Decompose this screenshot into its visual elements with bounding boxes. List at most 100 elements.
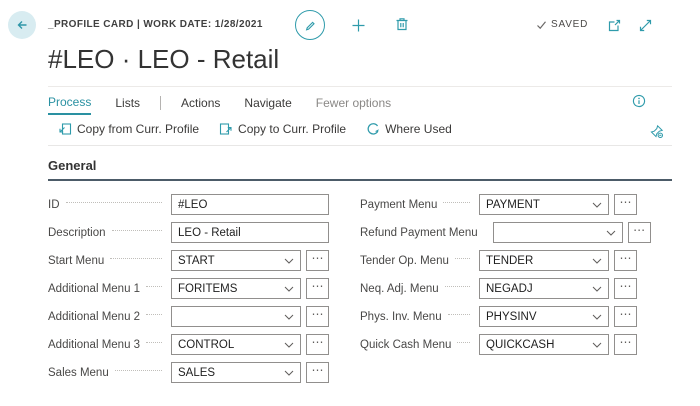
copy-from-curr-profile-button[interactable]: Copy from Curr. Profile: [58, 122, 199, 136]
tab-actions[interactable]: Actions: [181, 96, 220, 114]
save-status-label: SAVED: [551, 19, 588, 30]
pin-button[interactable]: [649, 123, 666, 140]
page-title: #LEO · LEO - Retail: [48, 44, 700, 75]
fasttab-general: General: [48, 158, 672, 181]
field-tender-op-menu: Tender Op. Menu TENDER ⋯: [360, 250, 637, 271]
field-label: ID: [48, 199, 60, 211]
chevron-down-icon[interactable]: [284, 314, 294, 320]
action-label: Copy to Curr. Profile: [238, 122, 346, 136]
trash-icon: [394, 16, 410, 32]
action-ribbon: Process Lists Actions Navigate Fewer opt…: [48, 86, 672, 146]
pin-icon: [649, 124, 666, 139]
chevron-down-icon[interactable]: [592, 202, 602, 208]
additional-menu-3-lookup-button[interactable]: ⋯: [306, 334, 329, 355]
tender-op-menu-lookup-button[interactable]: ⋯: [614, 250, 637, 271]
info-icon: [632, 94, 648, 108]
dot-leader: [455, 258, 470, 259]
field-label: Payment Menu: [360, 199, 437, 211]
copy-to-curr-profile-button[interactable]: Copy to Curr. Profile: [219, 122, 346, 136]
chevron-down-icon[interactable]: [592, 286, 602, 292]
dropdown-value: START: [178, 255, 284, 267]
expand-button[interactable]: [636, 16, 654, 34]
expand-icon: [638, 18, 653, 33]
dot-leader: [110, 258, 162, 259]
chevron-down-icon[interactable]: [284, 258, 294, 264]
start-menu-lookup-button[interactable]: ⋯: [306, 250, 329, 271]
open-in-window-button[interactable]: [605, 16, 623, 34]
field-label: Start Menu: [48, 255, 104, 267]
dot-leader: [443, 202, 470, 203]
copy-from-icon: [58, 122, 72, 136]
edit-button[interactable]: [295, 10, 325, 40]
description-input[interactable]: [171, 222, 329, 243]
additional-menu-2-lookup-button[interactable]: ⋯: [306, 306, 329, 327]
chevron-down-icon[interactable]: [606, 230, 616, 236]
payment-menu-dropdown[interactable]: PAYMENT: [479, 194, 609, 215]
chevron-down-icon[interactable]: [284, 342, 294, 348]
dot-leader: [66, 202, 163, 203]
field-label: Additional Menu 3: [48, 339, 140, 351]
chevron-down-icon[interactable]: [284, 286, 294, 292]
dropdown-value: QUICKCASH: [486, 339, 592, 351]
phys-inv-menu-dropdown[interactable]: PHYSINV: [479, 306, 609, 327]
additional-menu-1-dropdown[interactable]: FORITEMS: [171, 278, 301, 299]
additional-menu-1-lookup-button[interactable]: ⋯: [306, 278, 329, 299]
back-button[interactable]: [8, 11, 36, 39]
tab-lists[interactable]: Lists: [115, 96, 140, 114]
chevron-down-icon[interactable]: [592, 258, 602, 264]
where-used-button[interactable]: Where Used: [366, 122, 452, 136]
dot-leader: [146, 286, 162, 287]
chevron-down-icon[interactable]: [592, 314, 602, 320]
chevron-down-icon[interactable]: [284, 370, 294, 376]
field-label: Additional Menu 2: [48, 311, 140, 323]
delete-button[interactable]: [393, 15, 411, 33]
sales-menu-dropdown[interactable]: SALES: [171, 362, 301, 383]
chevron-down-icon[interactable]: [592, 342, 602, 348]
quick-cash-menu-dropdown[interactable]: QUICKCASH: [479, 334, 609, 355]
dot-leader: [448, 314, 470, 315]
action-label: Where Used: [385, 122, 452, 136]
field-phys-inv-menu: Phys. Inv. Menu PHYSINV ⋯: [360, 306, 637, 327]
field-label: Sales Menu: [48, 367, 109, 379]
dot-leader: [457, 342, 470, 343]
field-neq-adj-menu: Neq. Adj. Menu NEGADJ ⋯: [360, 278, 637, 299]
edit-pencil-icon: [303, 18, 317, 32]
tab-fewer-options[interactable]: Fewer options: [316, 96, 391, 114]
payment-menu-lookup-button[interactable]: ⋯: [614, 194, 637, 215]
dot-leader: [146, 342, 162, 343]
field-label: Additional Menu 1: [48, 283, 140, 295]
dropdown-value: NEGADJ: [486, 283, 592, 295]
field-additional-menu-1: Additional Menu 1 FORITEMS ⋯: [48, 278, 329, 299]
dot-leader: [112, 230, 162, 231]
id-input[interactable]: [171, 194, 329, 215]
dot-leader: [146, 314, 162, 315]
dropdown-value: PHYSINV: [486, 311, 592, 323]
sales-menu-lookup-button[interactable]: ⋯: [306, 362, 329, 383]
quick-cash-menu-lookup-button[interactable]: ⋯: [614, 334, 637, 355]
field-additional-menu-3: Additional Menu 3 CONTROL ⋯: [48, 334, 329, 355]
additional-menu-2-dropdown[interactable]: [171, 306, 301, 327]
tab-process[interactable]: Process: [48, 95, 91, 115]
refund-payment-menu-lookup-button[interactable]: ⋯: [628, 222, 651, 243]
dropdown-value: CONTROL: [178, 339, 284, 351]
section-title[interactable]: General: [48, 158, 672, 173]
form-column-left: ID Description Start Menu START ⋯: [48, 194, 329, 390]
tender-op-menu-dropdown[interactable]: TENDER: [479, 250, 609, 271]
neq-adj-menu-dropdown[interactable]: NEGADJ: [479, 278, 609, 299]
field-payment-menu: Payment Menu PAYMENT ⋯: [360, 194, 637, 215]
refund-payment-menu-dropdown[interactable]: [493, 222, 623, 243]
field-quick-cash-menu: Quick Cash Menu QUICKCASH ⋯: [360, 334, 637, 355]
start-menu-dropdown[interactable]: START: [171, 250, 301, 271]
new-button[interactable]: [349, 16, 367, 34]
phys-inv-menu-lookup-button[interactable]: ⋯: [614, 306, 637, 327]
info-button[interactable]: [632, 93, 648, 109]
additional-menu-3-dropdown[interactable]: CONTROL: [171, 334, 301, 355]
field-start-menu: Start Menu START ⋯: [48, 250, 329, 271]
open-in-window-icon: [607, 18, 622, 33]
field-refund-payment-menu: Refund Payment Menu ⋯: [360, 222, 637, 243]
dropdown-value: FORITEMS: [178, 283, 284, 295]
tab-navigate[interactable]: Navigate: [244, 96, 291, 114]
ribbon-actions: Copy from Curr. Profile Copy to Curr. Pr…: [48, 115, 672, 146]
neq-adj-menu-lookup-button[interactable]: ⋯: [614, 278, 637, 299]
ribbon-tabs: Process Lists Actions Navigate Fewer opt…: [48, 87, 672, 115]
